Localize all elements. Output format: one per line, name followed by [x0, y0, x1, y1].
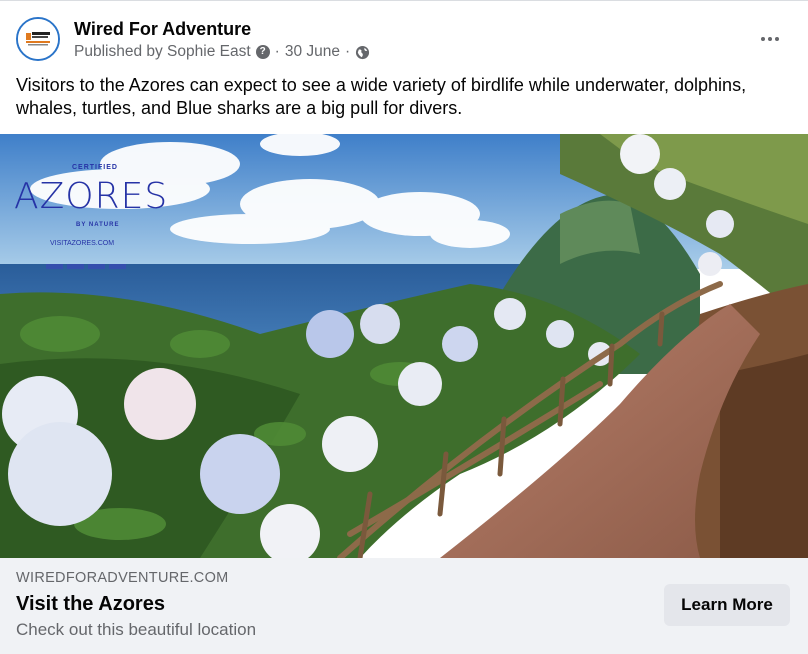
page-name[interactable]: Wired For Adventure: [74, 19, 251, 40]
post-image[interactable]: CERTIFIED AZORES BY NATURE VISITAZORES.C…: [0, 134, 808, 558]
feed-post: Wired For Adventure Published by Sophie …: [0, 0, 808, 654]
link-description: Check out this beautiful location: [16, 620, 257, 639]
brand-title: AZORES: [14, 176, 169, 217]
page-avatar[interactable]: [16, 17, 60, 61]
brand-certified-text: CERTIFIED: [72, 164, 118, 171]
link-domain: WIREDFORADVENTURE.COM: [16, 570, 229, 586]
more-horizontal-icon: [761, 37, 765, 41]
meta-separator-2: ·: [345, 43, 351, 60]
page-logo: [18, 19, 58, 59]
learn-more-button[interactable]: Learn More: [664, 584, 790, 626]
brand-by-nature-text: BY NATURE: [76, 222, 120, 228]
link-preview[interactable]: WIREDFORADVENTURE.COM Visit the Azores C…: [0, 558, 808, 654]
globe-icon[interactable]: [355, 45, 370, 60]
publisher-label[interactable]: Published by Sophie East: [74, 43, 251, 61]
post-header: Wired For Adventure Published by Sophie …: [0, 0, 808, 70]
post-date[interactable]: 30 June: [285, 43, 340, 61]
brand-url-text: VISITAZORES.COM: [50, 240, 115, 247]
link-title[interactable]: Visit the Azores: [16, 593, 165, 616]
more-options-button[interactable]: [752, 24, 788, 54]
post-caption: Visitors to the Azores can expect to see…: [16, 75, 747, 118]
post-meta: Published by Sophie East ? · 30 June ·: [74, 43, 370, 61]
meta-separator: ·: [274, 43, 280, 60]
sponsor-logos-strip: [46, 264, 126, 269]
question-circle-icon[interactable]: ?: [255, 45, 270, 59]
